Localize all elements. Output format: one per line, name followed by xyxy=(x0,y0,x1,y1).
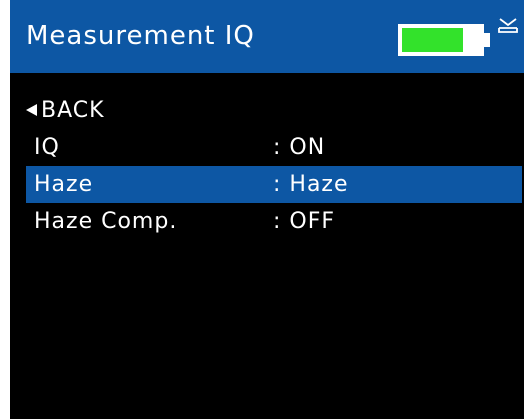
menu-item-value: : Haze xyxy=(273,172,349,197)
page-title: Measurement IQ xyxy=(26,21,255,51)
header-bar: Measurement IQ xyxy=(10,0,524,73)
settings-menu: BACK IQ : ON Haze : Haze Haze Comp. : OF… xyxy=(10,88,524,240)
device-screen: Measurement IQ BACK IQ : ON Haze : Haze … xyxy=(10,0,524,419)
battery-tip xyxy=(484,33,490,47)
menu-item-value: : ON xyxy=(273,135,326,160)
battery-icon xyxy=(398,24,484,56)
battery-level-fill xyxy=(402,28,463,52)
menu-item-haze-comp[interactable]: Haze Comp. : OFF xyxy=(26,203,522,240)
menu-item-label: Haze xyxy=(34,172,94,197)
menu-item-label: IQ xyxy=(34,135,60,160)
sd-card-icon xyxy=(498,18,518,33)
back-button[interactable]: BACK xyxy=(10,92,524,128)
menu-item-value: : OFF xyxy=(273,209,336,234)
menu-item-iq[interactable]: IQ : ON xyxy=(26,129,522,166)
menu-item-haze[interactable]: Haze : Haze xyxy=(26,166,522,203)
menu-item-label: Haze Comp. xyxy=(34,209,178,234)
back-arrow-icon xyxy=(26,104,37,116)
back-label: BACK xyxy=(41,97,105,123)
